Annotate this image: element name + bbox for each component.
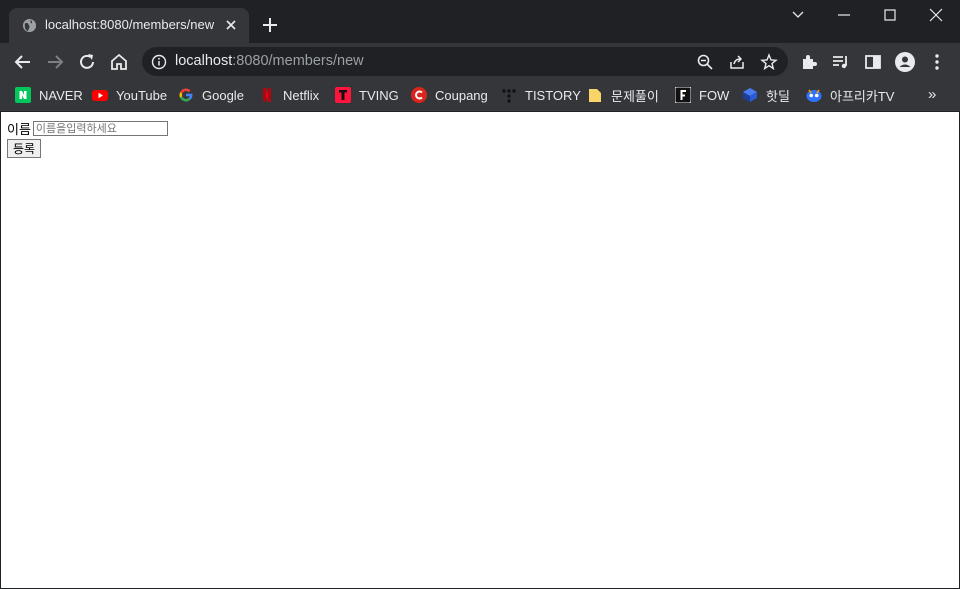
- bookmark-naver[interactable]: NAVER: [15, 84, 83, 106]
- bookmark-star-icon[interactable]: [760, 53, 778, 71]
- bookmark-label: YouTube: [116, 87, 168, 103]
- side-panel-icon[interactable]: [862, 51, 884, 73]
- bookmark-label: NAVER: [39, 87, 83, 103]
- maximize-button[interactable]: [867, 0, 913, 30]
- chevron-down-icon: [792, 11, 804, 18]
- menu-kebab-icon[interactable]: [926, 51, 948, 73]
- globe-icon: [22, 18, 37, 33]
- bookmarks-bar: NAVER YouTube Google Netflix TVING Coupa…: [0, 80, 960, 111]
- tving-icon: [335, 87, 351, 103]
- share-icon[interactable]: [728, 53, 746, 71]
- naver-icon: [15, 87, 31, 103]
- url-host: localhost: [175, 53, 233, 69]
- bookmark-label: 핫딜: [766, 88, 790, 104]
- name-input[interactable]: [32, 121, 168, 136]
- bookmark-label: Google: [202, 87, 244, 103]
- member-form: 이름 등록: [7, 119, 168, 158]
- bookmark-netflix[interactable]: Netflix: [259, 84, 319, 106]
- tab-strip: localhost:8080/members/new: [0, 0, 960, 43]
- youtube-icon: [92, 90, 108, 101]
- bookmark-tving[interactable]: TVING: [335, 84, 399, 106]
- zoom-icon[interactable]: [696, 53, 714, 71]
- google-icon: [179, 88, 193, 102]
- hotdeal-icon: [743, 88, 757, 102]
- info-icon[interactable]: [151, 54, 167, 70]
- bookmark-label: TISTORY: [525, 87, 581, 103]
- bookmark-coupang[interactable]: Coupang: [411, 84, 488, 106]
- maximize-icon: [884, 9, 896, 21]
- browser-toolbar: localhost:8080/members/new: [0, 43, 960, 80]
- address-bar[interactable]: localhost:8080/members/new: [142, 47, 788, 76]
- afreecatv-icon: [806, 89, 822, 102]
- bookmark-label: 아프리카TV: [830, 88, 895, 104]
- bookmark-label: Coupang: [435, 87, 488, 103]
- reload-icon[interactable]: [76, 51, 98, 73]
- bookmark-afreecatv[interactable]: 아프리카TV: [806, 84, 894, 106]
- fow-icon: [675, 87, 691, 103]
- url-path: :8080/members/new: [232, 53, 364, 69]
- bookmark-label: 문제풀이: [611, 88, 659, 104]
- bookmark-label: Netflix: [283, 87, 320, 103]
- bookmark-label: TVING: [359, 87, 399, 103]
- bookmark-fow[interactable]: FOW: [675, 84, 729, 106]
- url-text: localhost:8080/members/new: [175, 53, 364, 69]
- netflix-icon: [263, 88, 271, 102]
- back-icon[interactable]: [12, 51, 34, 73]
- bookmark-hotdeal[interactable]: 핫딜: [742, 84, 790, 106]
- name-label: 이름: [7, 123, 31, 138]
- bookmark-label: FOW: [699, 87, 730, 103]
- bookmark-folder[interactable]: 문제풀이: [587, 84, 659, 106]
- tab-close-icon[interactable]: [223, 17, 239, 33]
- profile-avatar-icon[interactable]: [894, 51, 916, 73]
- active-tab[interactable]: localhost:8080/members/new: [9, 8, 249, 43]
- close-window-button[interactable]: [913, 0, 959, 30]
- bookmark-youtube[interactable]: YouTube: [92, 84, 167, 106]
- tab-search-button[interactable]: [775, 0, 821, 30]
- tistory-icon: [502, 89, 516, 103]
- minimize-icon: [838, 14, 850, 16]
- coupang-icon: [411, 87, 427, 103]
- new-tab-icon[interactable]: [260, 15, 280, 35]
- bookmark-google[interactable]: Google: [178, 84, 244, 106]
- page-content: 이름 등록: [1, 112, 959, 588]
- submit-button[interactable]: 등록: [7, 139, 42, 158]
- bookmark-tistory[interactable]: TISTORY: [501, 84, 581, 106]
- minimize-button[interactable]: [821, 0, 867, 30]
- more-bookmarks-icon[interactable]: »: [928, 86, 936, 103]
- forward-icon[interactable]: [44, 51, 66, 73]
- close-icon: [929, 8, 943, 22]
- folder-icon: [589, 89, 601, 102]
- home-icon[interactable]: [108, 51, 130, 73]
- tab-title: localhost:8080/members/new: [45, 17, 215, 32]
- media-queue-icon[interactable]: [830, 51, 852, 73]
- extensions-icon[interactable]: [798, 51, 820, 73]
